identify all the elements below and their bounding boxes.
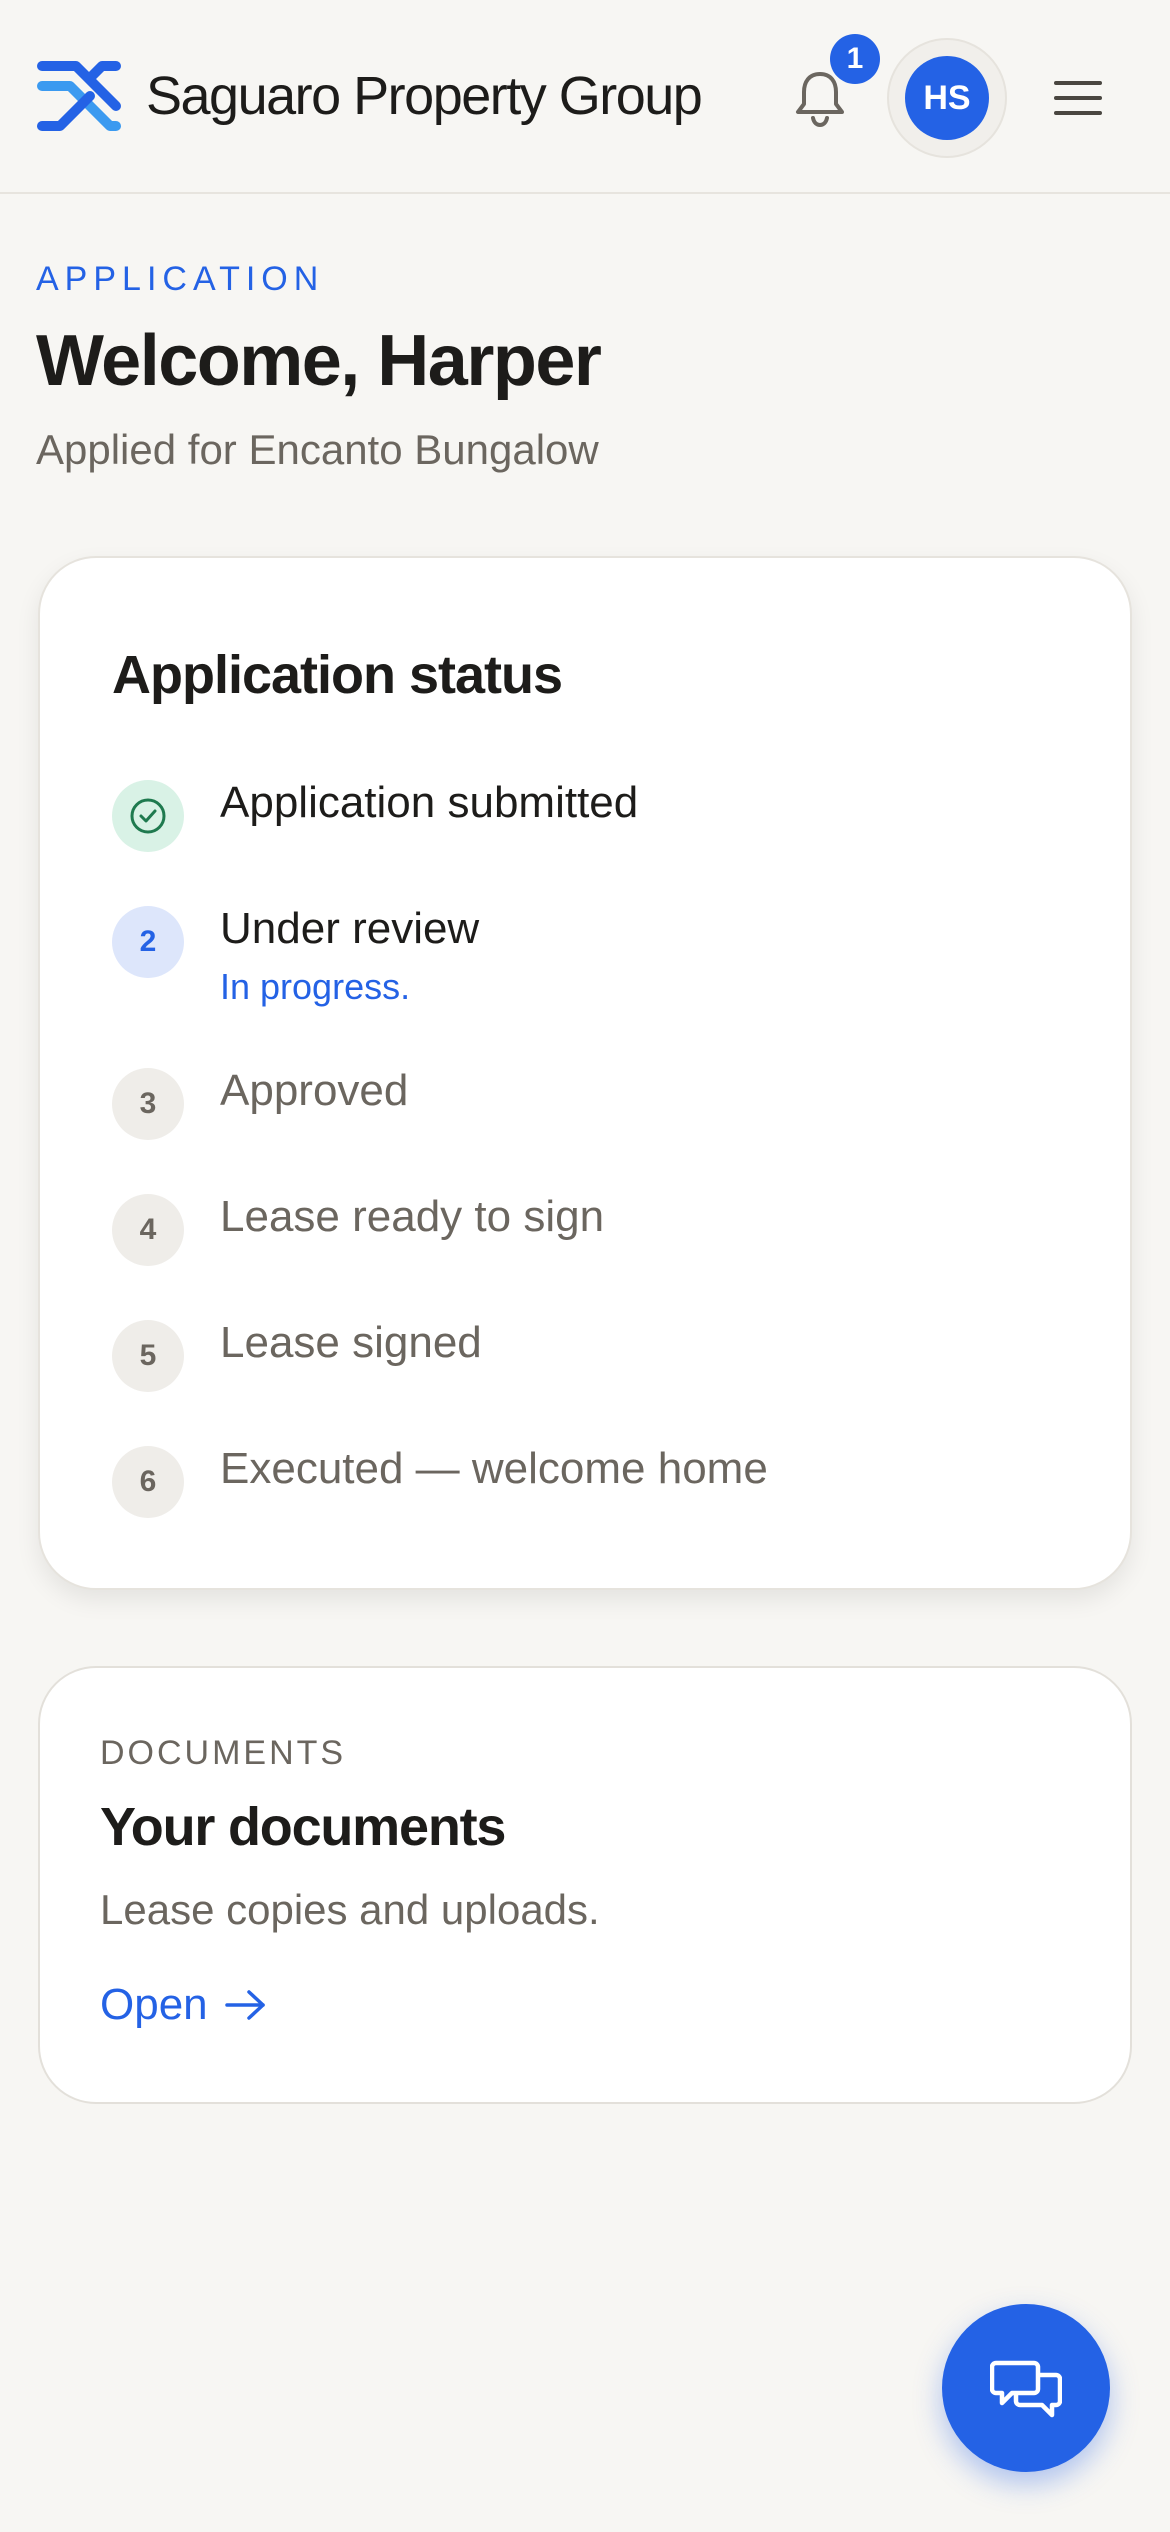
open-link-label: Open xyxy=(100,1980,208,2029)
menu-button[interactable] xyxy=(1048,70,1108,126)
applied-for-text: Applied for Encanto Bungalow xyxy=(36,426,599,473)
step-2-indicator: 2 xyxy=(112,906,184,978)
chat-button[interactable] xyxy=(942,2304,1110,2472)
check-circle-icon xyxy=(130,798,166,834)
step-3-indicator: 3 xyxy=(112,1068,184,1140)
step-1-indicator xyxy=(112,780,184,852)
step-4-label: Lease ready to sign xyxy=(220,1192,605,1241)
step-3-label: Approved xyxy=(220,1066,409,1115)
applicant-portal-page: Saguaro Property Group 1 HS APPLICATION … xyxy=(0,0,1170,2532)
documents-eyebrow: DOCUMENTS xyxy=(100,1734,347,1772)
step-4-indicator: 4 xyxy=(112,1194,184,1266)
brand[interactable]: Saguaro Property Group xyxy=(36,58,703,134)
section-eyebrow: APPLICATION xyxy=(36,260,325,298)
welcome-heading: Welcome, Harper xyxy=(36,321,602,401)
documents-card: DOCUMENTS Your documents Lease copies an… xyxy=(38,1666,1132,2104)
avatar-button[interactable]: HS xyxy=(887,38,1007,158)
brand-logo-icon xyxy=(37,61,121,131)
step-1-label: Application submitted xyxy=(220,778,639,827)
documents-description: Lease copies and uploads. xyxy=(100,1886,600,1933)
step-5-label: Lease signed xyxy=(220,1318,482,1367)
arrow-right-icon xyxy=(224,1990,265,2020)
documents-title: Your documents xyxy=(100,1797,506,1857)
step-2-status-note: In progress. xyxy=(220,966,411,1007)
step-2-label: Under review xyxy=(220,904,480,953)
open-documents-link[interactable]: Open xyxy=(100,1980,268,2030)
step-5-indicator: 5 xyxy=(112,1320,184,1392)
application-status-card: Application status Application submitted… xyxy=(38,556,1132,1590)
chat-bubbles-icon xyxy=(990,2360,1062,2418)
avatar: HS xyxy=(905,56,989,140)
step-6-label: Executed — welcome home xyxy=(220,1444,768,1493)
top-header: Saguaro Property Group 1 HS xyxy=(0,0,1170,194)
step-6-indicator: 6 xyxy=(112,1446,184,1518)
notification-badge: 1 xyxy=(830,34,880,84)
status-card-title: Application status xyxy=(112,645,563,705)
brand-name: Saguaro Property Group xyxy=(146,66,703,126)
hamburger-menu-icon xyxy=(1054,81,1102,115)
